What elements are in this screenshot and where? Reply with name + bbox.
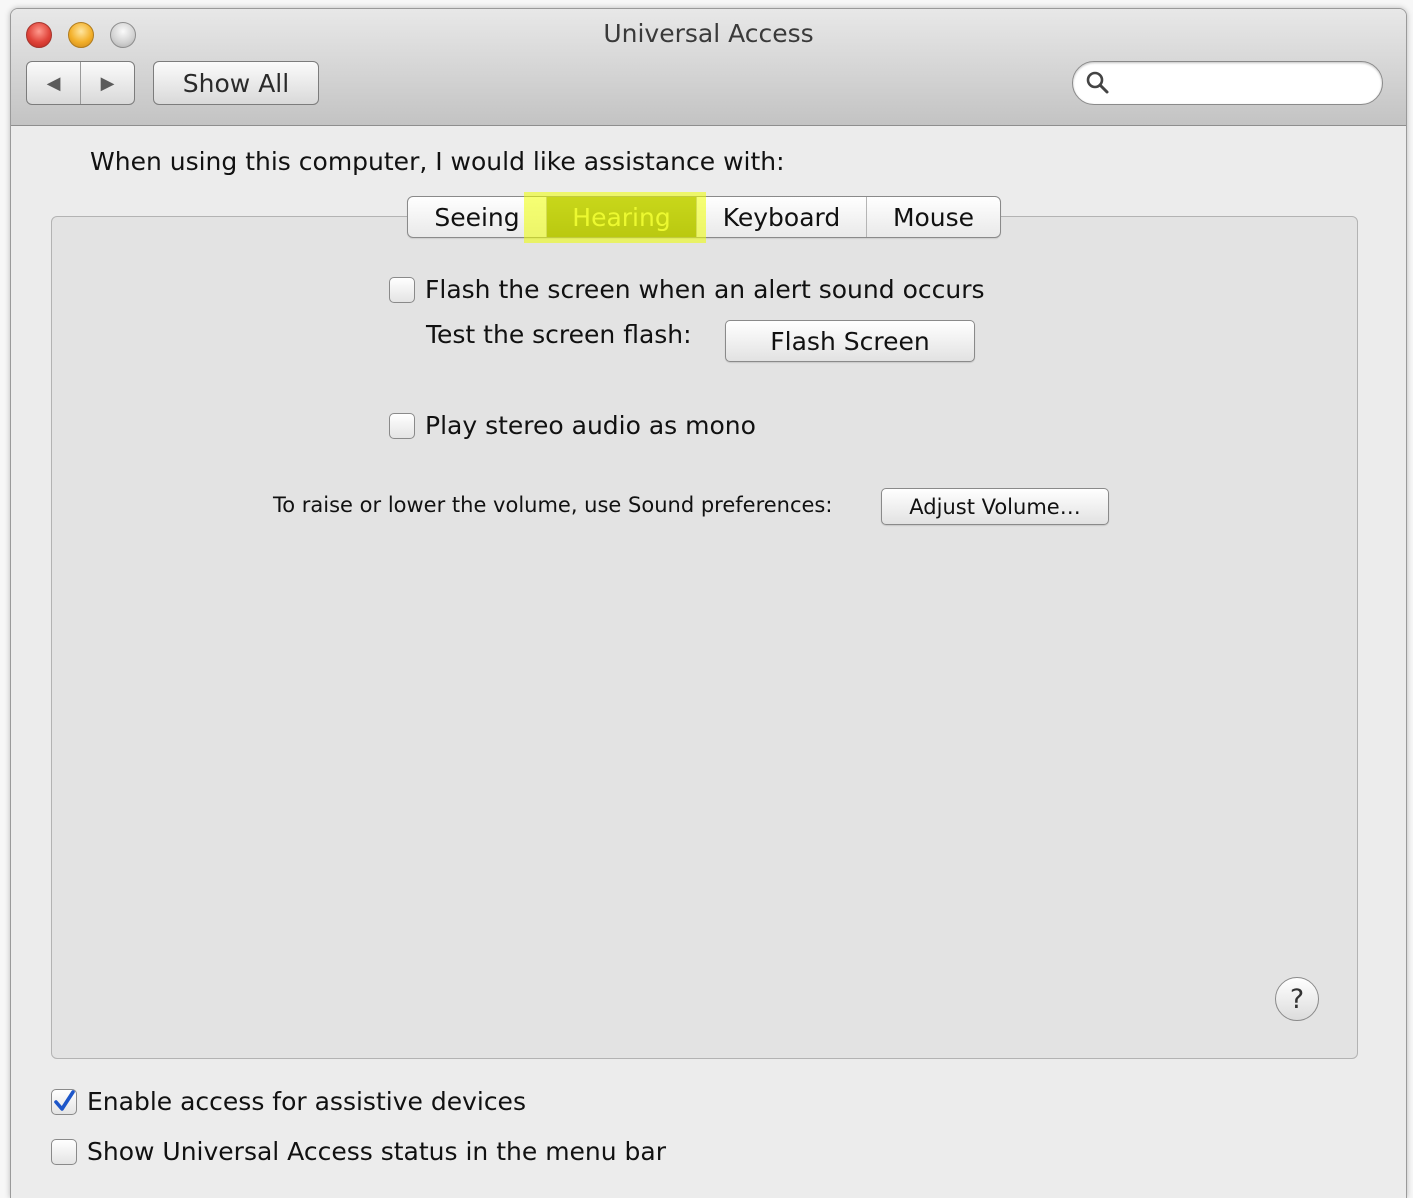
back-icon[interactable]: ◀ bbox=[27, 62, 80, 104]
tab-hearing[interactable]: Hearing bbox=[546, 197, 696, 237]
flash-screen-button[interactable]: Flash Screen bbox=[725, 320, 975, 362]
assistive-devices-option[interactable]: Enable access for assistive devices bbox=[51, 1087, 526, 1116]
status-menu-label: Show Universal Access status in the menu… bbox=[87, 1137, 667, 1166]
tab-bar: Seeing Hearing Keyboard Mouse bbox=[407, 196, 1001, 238]
tab-keyboard[interactable]: Keyboard bbox=[696, 197, 866, 237]
help-button[interactable]: ? bbox=[1275, 977, 1319, 1021]
back-forward-control: ◀ ▶ bbox=[26, 61, 135, 105]
search-icon bbox=[1086, 71, 1109, 94]
assistance-prompt: When using this computer, I would like a… bbox=[90, 147, 785, 176]
preferences-window: Universal Access ◀ ▶ Show All When using… bbox=[10, 8, 1407, 1198]
volume-label: To raise or lower the volume, use Sound … bbox=[273, 493, 833, 517]
flash-screen-option[interactable]: Flash the screen when an alert sound occ… bbox=[389, 275, 985, 304]
status-menu-option[interactable]: Show Universal Access status in the menu… bbox=[51, 1137, 666, 1166]
status-menu-checkbox[interactable] bbox=[51, 1138, 77, 1165]
window-title: Universal Access bbox=[603, 19, 814, 48]
flash-screen-label: Flash the screen when an alert sound occ… bbox=[425, 275, 985, 304]
search-field[interactable] bbox=[1072, 61, 1383, 105]
mono-audio-checkbox[interactable] bbox=[389, 412, 415, 439]
mono-audio-label: Play stereo audio as mono bbox=[425, 411, 756, 440]
assistive-devices-checkbox[interactable] bbox=[51, 1088, 77, 1115]
test-flash-label: Test the screen flash: bbox=[426, 320, 692, 349]
checkmark-icon bbox=[54, 1089, 75, 1111]
tab-mouse[interactable]: Mouse bbox=[866, 197, 1000, 237]
test-flash-row: Test the screen flash: bbox=[426, 320, 692, 349]
adjust-volume-button[interactable]: Adjust Volume… bbox=[881, 488, 1109, 525]
tab-content-panel bbox=[51, 216, 1358, 1059]
volume-row: To raise or lower the volume, use Sound … bbox=[273, 493, 832, 517]
mono-audio-option[interactable]: Play stereo audio as mono bbox=[389, 411, 756, 440]
show-all-button[interactable]: Show All bbox=[153, 61, 319, 105]
search-input[interactable] bbox=[1117, 68, 1371, 98]
assistive-devices-label: Enable access for assistive devices bbox=[87, 1087, 526, 1116]
forward-icon[interactable]: ▶ bbox=[80, 62, 134, 104]
tab-seeing[interactable]: Seeing bbox=[408, 197, 546, 237]
flash-screen-checkbox[interactable] bbox=[389, 276, 415, 303]
title-bar: Universal Access ◀ ▶ Show All bbox=[11, 9, 1406, 126]
